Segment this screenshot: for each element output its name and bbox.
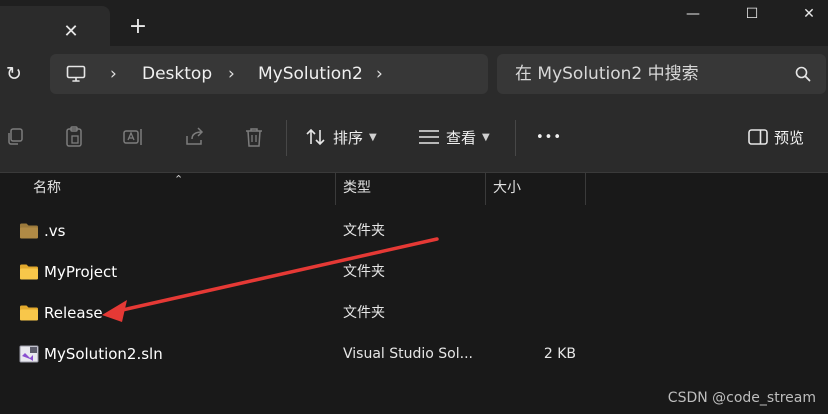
close-tab-icon[interactable]: ✕ bbox=[60, 20, 82, 42]
search-box[interactable] bbox=[497, 54, 826, 94]
breadcrumb-mysolution2[interactable]: MySolution2 bbox=[258, 54, 363, 94]
paste-icon[interactable] bbox=[61, 124, 87, 150]
file-row[interactable]: MySolution2.sln Visual Studio Sol... 2 K… bbox=[0, 334, 828, 374]
preview-button[interactable]: 预览 bbox=[748, 124, 804, 150]
file-row[interactable]: Release 文件夹 bbox=[0, 293, 828, 333]
view-label: 查看 bbox=[446, 128, 477, 147]
preview-pane-icon bbox=[748, 129, 768, 145]
chevron-down-icon: ▼ bbox=[369, 131, 377, 143]
column-divider[interactable] bbox=[485, 173, 486, 205]
column-divider[interactable] bbox=[335, 173, 336, 205]
minimize-icon[interactable]: — bbox=[670, 0, 716, 28]
copy-icon[interactable] bbox=[2, 124, 28, 150]
address-row: ↻ › Desktop › MySolution2 › bbox=[0, 46, 828, 102]
file-type: Visual Studio Sol... bbox=[343, 346, 473, 362]
sort-label: 排序 bbox=[333, 128, 364, 147]
file-row[interactable]: .vs 文件夹 bbox=[0, 211, 828, 251]
this-pc-icon[interactable] bbox=[66, 65, 86, 83]
new-tab-icon[interactable]: + bbox=[126, 14, 150, 39]
chevron-right-icon[interactable]: › bbox=[110, 54, 117, 94]
maximize-icon[interactable]: ☐ bbox=[729, 0, 775, 28]
search-icon[interactable] bbox=[794, 65, 812, 83]
share-icon[interactable] bbox=[182, 124, 208, 150]
sort-icon bbox=[306, 128, 325, 146]
file-name: MyProject bbox=[44, 263, 118, 281]
sort-ascending-icon: ⌃ bbox=[174, 173, 184, 186]
breadcrumb-desktop[interactable]: Desktop bbox=[142, 54, 212, 94]
search-input[interactable] bbox=[515, 54, 785, 94]
tab-bar: ✕ + — ☐ ✕ bbox=[0, 0, 828, 46]
toolbar-divider bbox=[515, 120, 516, 156]
column-divider[interactable] bbox=[585, 173, 586, 205]
column-header-name[interactable]: 名称 bbox=[33, 173, 61, 205]
column-header-row: 名称 ⌃ 类型 大小 bbox=[0, 173, 828, 205]
chevron-right-icon[interactable]: › bbox=[228, 54, 235, 94]
vs-solution-icon bbox=[19, 345, 39, 363]
file-type: 文件夹 bbox=[343, 305, 385, 321]
column-header-type[interactable]: 类型 bbox=[343, 173, 371, 205]
file-size bbox=[490, 293, 576, 333]
chevron-right-icon[interactable]: › bbox=[376, 54, 383, 94]
file-name: MySolution2.sln bbox=[44, 345, 163, 363]
close-window-icon[interactable]: ✕ bbox=[786, 0, 828, 28]
file-type: 文件夹 bbox=[343, 223, 385, 239]
file-type: 文件夹 bbox=[343, 264, 385, 280]
view-list-icon bbox=[419, 130, 439, 144]
file-explorer-window: ✕ + — ☐ ✕ ↻ › Desktop › MySolution2 › 在 … bbox=[0, 0, 828, 414]
folder-icon bbox=[20, 305, 38, 321]
watermark: CSDN @code_stream bbox=[667, 390, 816, 406]
more-options-button[interactable]: ••• bbox=[536, 124, 562, 150]
command-bar: 排序 ▼ 查看 ▼ ••• 预览 bbox=[0, 102, 828, 173]
file-size bbox=[490, 252, 576, 292]
file-list: 名称 ⌃ 类型 大小 .vs 文件夹 MyProject 文件夹 Release… bbox=[0, 173, 828, 414]
rename-icon[interactable] bbox=[121, 124, 147, 150]
file-size bbox=[490, 211, 576, 251]
file-name: .vs bbox=[44, 222, 66, 240]
chevron-down-icon: ▼ bbox=[482, 131, 490, 143]
toolbar-divider bbox=[286, 120, 287, 156]
folder-dim-icon bbox=[20, 223, 38, 239]
refresh-icon[interactable]: ↻ bbox=[2, 62, 26, 86]
view-button[interactable]: 查看 ▼ bbox=[418, 124, 490, 150]
file-row[interactable]: MyProject 文件夹 bbox=[0, 252, 828, 292]
column-header-size[interactable]: 大小 bbox=[493, 173, 521, 205]
folder-icon bbox=[20, 264, 38, 280]
sort-button[interactable]: 排序 ▼ bbox=[305, 124, 377, 150]
file-size: 2 KB bbox=[543, 346, 576, 362]
tab-mysolution2[interactable]: ✕ bbox=[0, 6, 110, 46]
delete-icon[interactable] bbox=[241, 124, 267, 150]
file-name: Release bbox=[44, 304, 103, 322]
breadcrumb[interactable]: › Desktop › MySolution2 › bbox=[50, 54, 488, 94]
preview-label: 预览 bbox=[774, 128, 805, 147]
